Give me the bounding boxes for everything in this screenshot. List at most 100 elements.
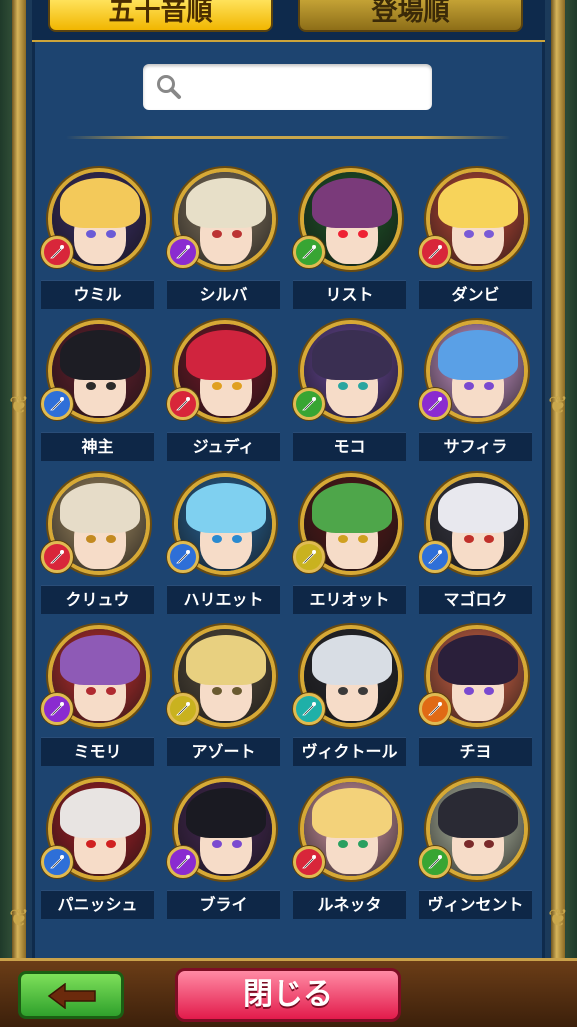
character-card[interactable]: ハリエット (167, 473, 280, 615)
portrait-eye (358, 230, 368, 238)
portrait-eye (338, 687, 348, 695)
portrait-hair (60, 178, 140, 228)
portrait-hair (438, 330, 518, 380)
portrait-eye (106, 687, 116, 695)
weapon-icon (302, 245, 316, 259)
character-card[interactable]: エリオット (293, 473, 406, 615)
attribute-icon (293, 846, 325, 878)
attribute-icon (167, 541, 199, 573)
portrait-hair (186, 635, 266, 685)
character-card[interactable]: ヴィクトール (293, 625, 406, 767)
weapon-icon (50, 550, 64, 564)
weapon-icon (176, 855, 190, 869)
character-card[interactable]: リスト (293, 168, 406, 310)
character-name: ヴィンセント (419, 890, 532, 919)
character-card[interactable]: ジュディ (167, 320, 280, 462)
character-card[interactable]: モコ (293, 320, 406, 462)
character-card[interactable]: シルバ (167, 168, 280, 310)
character-name: マゴロク (419, 585, 532, 614)
attribute-icon (419, 388, 451, 420)
character-card[interactable]: アゾート (167, 625, 280, 767)
right-bottom-ornament-icon: ❦ (547, 904, 569, 932)
portrait-hair (186, 330, 266, 380)
weapon-icon (50, 397, 64, 411)
weapon-icon (428, 855, 442, 869)
character-name: ルネッタ (293, 890, 406, 919)
weapon-icon (176, 245, 190, 259)
portrait-eye (338, 230, 348, 238)
portrait-eye (232, 687, 242, 695)
weapon-icon (50, 855, 64, 869)
portrait-eye (338, 535, 348, 543)
portrait-eye (86, 535, 96, 543)
tab-appearance-order[interactable]: 登場順 (298, 0, 523, 32)
character-name: シルバ (167, 280, 280, 309)
weapon-icon (50, 702, 64, 716)
portrait-eye (464, 230, 474, 238)
attribute-icon (293, 236, 325, 268)
character-card[interactable]: クリュウ (41, 473, 154, 615)
left-ornament-icon: ❦ (8, 391, 30, 419)
search-input[interactable] (143, 64, 432, 110)
portrait-eye (106, 535, 116, 543)
weapon-icon (50, 245, 64, 259)
character-card[interactable]: ダンビ (419, 168, 532, 310)
weapon-icon (302, 397, 316, 411)
attribute-icon (419, 693, 451, 725)
portrait-eye (212, 687, 222, 695)
attribute-icon (419, 236, 451, 268)
character-card[interactable]: ミモリ (41, 625, 154, 767)
character-name: エリオット (293, 585, 406, 614)
character-name: クリュウ (41, 585, 154, 614)
character-card[interactable]: ルネッタ (293, 778, 406, 920)
character-card[interactable]: チヨ (419, 625, 532, 767)
weapon-icon (176, 702, 190, 716)
portrait-hair (312, 635, 392, 685)
character-name: パニッシュ (41, 890, 154, 919)
portrait-hair (438, 178, 518, 228)
portrait-eye (338, 840, 348, 848)
portrait-eye (232, 840, 242, 848)
portrait-eye (212, 230, 222, 238)
portrait-eye (86, 230, 96, 238)
portrait-eye (358, 840, 368, 848)
portrait-eye (232, 382, 242, 390)
character-card[interactable]: サフィラ (419, 320, 532, 462)
portrait-eye (464, 840, 474, 848)
character-card[interactable]: ウミル (41, 168, 154, 310)
portrait-hair (312, 178, 392, 228)
weapon-icon (428, 702, 442, 716)
portrait-eye (358, 382, 368, 390)
portrait-hair (60, 483, 140, 533)
character-name: ヴィクトール (293, 737, 406, 766)
character-card[interactable]: マゴロク (419, 473, 532, 615)
footer-bar: 閉じる (0, 958, 577, 1027)
weapon-icon (302, 855, 316, 869)
portrait-hair (312, 483, 392, 533)
weapon-icon (302, 702, 316, 716)
character-name: ウミル (41, 280, 154, 309)
character-card[interactable]: パニッシュ (41, 778, 154, 920)
attribute-icon (167, 236, 199, 268)
back-button[interactable] (18, 971, 124, 1019)
weapon-icon (428, 397, 442, 411)
portrait-eye (212, 840, 222, 848)
character-card[interactable]: ブライ (167, 778, 280, 920)
close-button[interactable]: 閉じる (175, 968, 401, 1022)
character-card[interactable]: ヴィンセント (419, 778, 532, 920)
character-card[interactable]: 神主 (41, 320, 154, 462)
search-icon (157, 75, 181, 99)
portrait-hair (438, 635, 518, 685)
character-name: 神主 (41, 432, 154, 461)
portrait-eye (484, 230, 494, 238)
portrait-eye (484, 382, 494, 390)
character-name: モコ (293, 432, 406, 461)
weapon-icon (302, 550, 316, 564)
character-name: ジュディ (167, 432, 280, 461)
character-name: ダンビ (419, 280, 532, 309)
portrait-hair (60, 330, 140, 380)
portrait-hair (186, 788, 266, 838)
portrait-eye (484, 840, 494, 848)
weapon-icon (176, 550, 190, 564)
tab-gojuon-order[interactable]: 五十音順 (48, 0, 273, 32)
